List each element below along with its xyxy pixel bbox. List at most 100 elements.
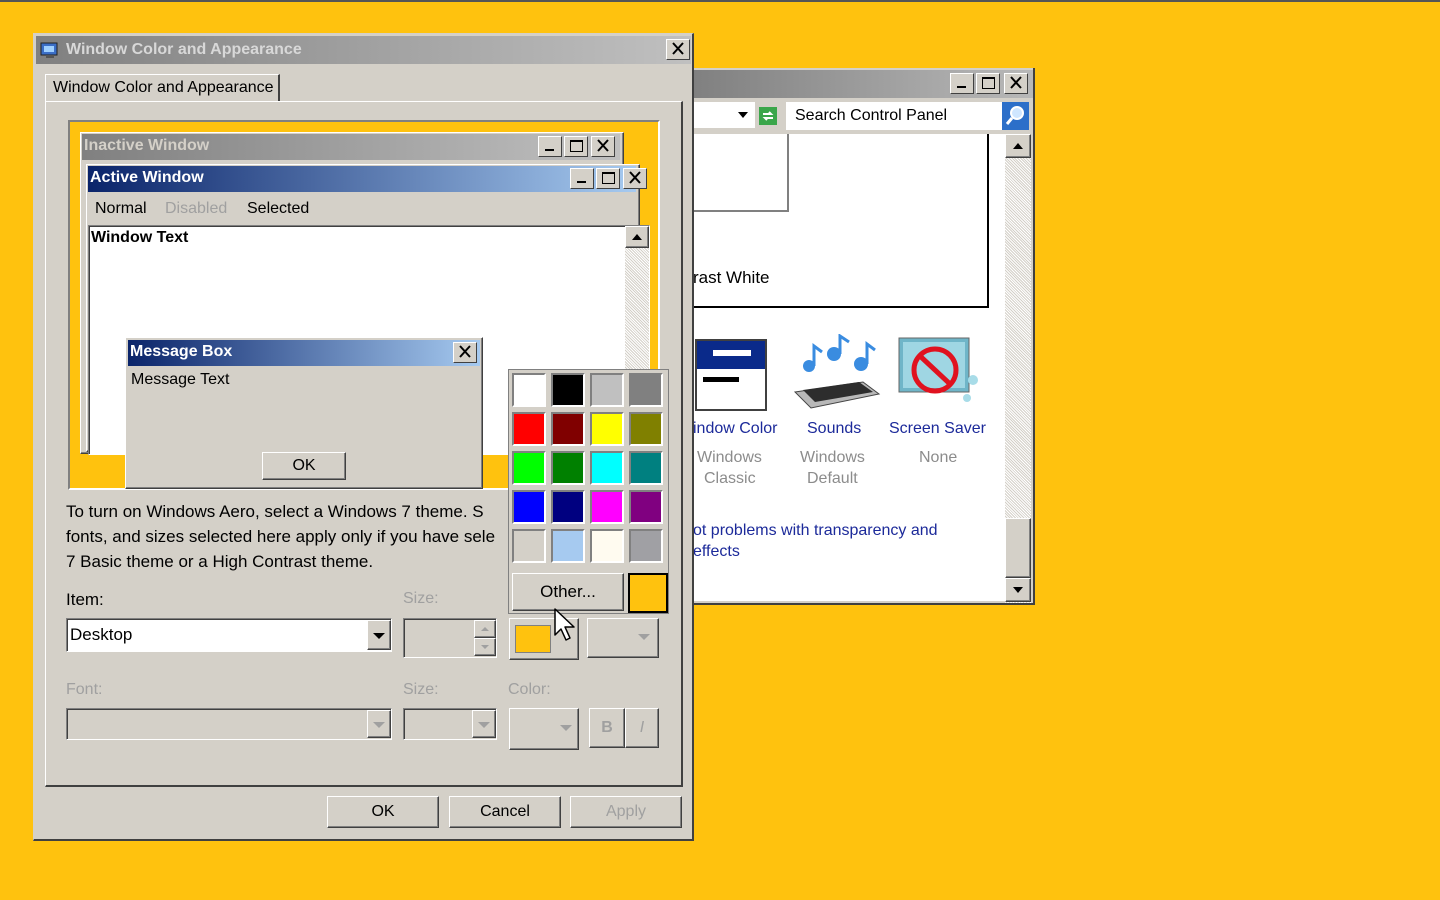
- color-swatch[interactable]: [551, 451, 585, 485]
- color-swatch[interactable]: [629, 373, 663, 407]
- window-color-icon[interactable]: [695, 339, 767, 411]
- color-swatch[interactable]: [590, 529, 624, 563]
- refresh-icon[interactable]: [758, 106, 778, 126]
- bold-button: B: [589, 708, 625, 748]
- item-select-value: Desktop: [70, 625, 133, 644]
- maximize-icon: [602, 172, 615, 184]
- info-text-line3: 7 Basic theme or a High Contrast theme.: [66, 552, 374, 571]
- control-panel-window: Search Control Panel rast White indow Co…: [693, 68, 1035, 605]
- inactive-title: Inactive Window: [84, 137, 210, 154]
- item-color-swatch: [515, 625, 551, 653]
- msgbox-ok-button: OK: [262, 452, 346, 480]
- tab-window-color[interactable]: Window Color and Appearance: [45, 74, 280, 102]
- color-swatch[interactable]: [590, 451, 624, 485]
- color-swatch[interactable]: [551, 490, 585, 524]
- theme-thumbnail: [693, 134, 789, 212]
- color-swatch[interactable]: [629, 451, 663, 485]
- inactive-maximize-button: [564, 136, 588, 157]
- spinner-down: [474, 638, 496, 656]
- sounds-sub2: Default: [807, 470, 858, 487]
- active-close-button: [623, 168, 647, 189]
- menu-selected: Selected: [247, 200, 310, 217]
- color-swatch[interactable]: [551, 412, 585, 446]
- chevron-down-icon[interactable]: [738, 112, 748, 118]
- cancel-button[interactable]: Cancel: [449, 796, 561, 828]
- scroll-up-button[interactable]: [1005, 134, 1031, 158]
- troubleshoot-link[interactable]: ot problems with transparency and: [693, 522, 938, 540]
- ok-button[interactable]: OK: [327, 796, 439, 828]
- search-icon: [1005, 106, 1024, 125]
- troubleshoot-link-2[interactable]: effects: [693, 543, 740, 561]
- color-swatch[interactable]: [512, 373, 546, 407]
- tab-label: Window Color and Appearance: [53, 79, 274, 96]
- color-swatch[interactable]: [551, 529, 585, 563]
- msgbox-text: Message Text: [131, 371, 230, 388]
- font-label: Font:: [66, 681, 103, 698]
- color-swatch[interactable]: [590, 412, 624, 446]
- close-button[interactable]: [1004, 73, 1028, 94]
- scroll-thumb[interactable]: [1005, 518, 1031, 578]
- item-select[interactable]: Desktop: [66, 618, 392, 652]
- minimize-icon: [957, 86, 966, 88]
- color-swatch[interactable]: [629, 490, 663, 524]
- item-color2-button: [587, 618, 659, 658]
- search-field[interactable]: Search Control Panel: [786, 102, 1002, 130]
- close-icon: [1010, 76, 1022, 89]
- vertical-scrollbar[interactable]: [1005, 134, 1031, 603]
- msgbox-titlebar: Message Box: [128, 340, 480, 366]
- minimize-icon: [545, 149, 554, 151]
- chevron-down-icon: [373, 722, 385, 728]
- font-color-button: [509, 708, 579, 750]
- maximize-button[interactable]: [976, 73, 1000, 94]
- search-input[interactable]: Search Control Panel: [795, 107, 947, 125]
- sounds-link[interactable]: Sounds: [807, 420, 861, 438]
- message-box-preview[interactable]: Message Box Message Text OK: [125, 337, 483, 489]
- color-swatch[interactable]: [590, 490, 624, 524]
- color-swatch[interactable]: [512, 490, 546, 524]
- scroll-down-button[interactable]: [1005, 578, 1031, 602]
- chevron-down-icon: [373, 633, 385, 639]
- item-dropdown-button[interactable]: [367, 620, 391, 650]
- color-swatch[interactable]: [629, 529, 663, 563]
- color-swatch[interactable]: [629, 412, 663, 446]
- maximize-icon: [982, 77, 995, 89]
- info-text-line2: fonts, and sizes selected here apply onl…: [66, 527, 496, 546]
- font-size-label: Size:: [403, 681, 439, 698]
- dialog-titlebar: Window Color and Appearance: [36, 36, 691, 64]
- search-button[interactable]: [1002, 102, 1029, 130]
- arrow-down-icon: [481, 645, 489, 649]
- color-palette-popup[interactable]: Other...: [508, 369, 669, 614]
- mouse-cursor-icon: [554, 608, 575, 641]
- screen-saver-link[interactable]: Screen Saver: [889, 420, 986, 438]
- minimize-button[interactable]: [950, 73, 974, 94]
- color-swatch[interactable]: [512, 451, 546, 485]
- item-size-spinner: [403, 618, 497, 658]
- sounds-sub1: Windows: [800, 449, 865, 466]
- menu-disabled: Disabled: [165, 200, 228, 217]
- control-panel-content: rast White indow Color Windows Classic S…: [693, 134, 1005, 601]
- color-swatch[interactable]: [590, 373, 624, 407]
- item-label: Item:: [66, 590, 104, 609]
- theme-tile[interactable]: rast White: [693, 134, 989, 308]
- window-color-link[interactable]: indow Color: [693, 420, 777, 438]
- color-swatch[interactable]: [551, 373, 585, 407]
- window-color-sub2: Classic: [704, 470, 756, 487]
- sounds-icon[interactable]: [789, 334, 881, 412]
- color-swatch[interactable]: [512, 529, 546, 563]
- preview-scroll-up: [625, 226, 649, 248]
- active-minimize-button: [570, 168, 594, 189]
- arrow-down-icon: [1013, 587, 1023, 593]
- color-swatch[interactable]: [512, 412, 546, 446]
- font-size-select: [403, 708, 497, 740]
- dialog-close-button[interactable]: [666, 39, 690, 60]
- arrow-up-icon: [1013, 143, 1023, 149]
- active-title: Active Window: [90, 169, 204, 186]
- close-icon: [597, 139, 609, 152]
- screen-saver-icon[interactable]: [893, 336, 985, 412]
- item-size-label: Size:: [403, 590, 439, 607]
- apply-button: Apply: [570, 796, 682, 828]
- other-color-button[interactable]: Other...: [512, 573, 624, 611]
- font-select: [66, 708, 392, 740]
- msgbox-close-button: [453, 342, 477, 363]
- spinner-up: [474, 620, 496, 638]
